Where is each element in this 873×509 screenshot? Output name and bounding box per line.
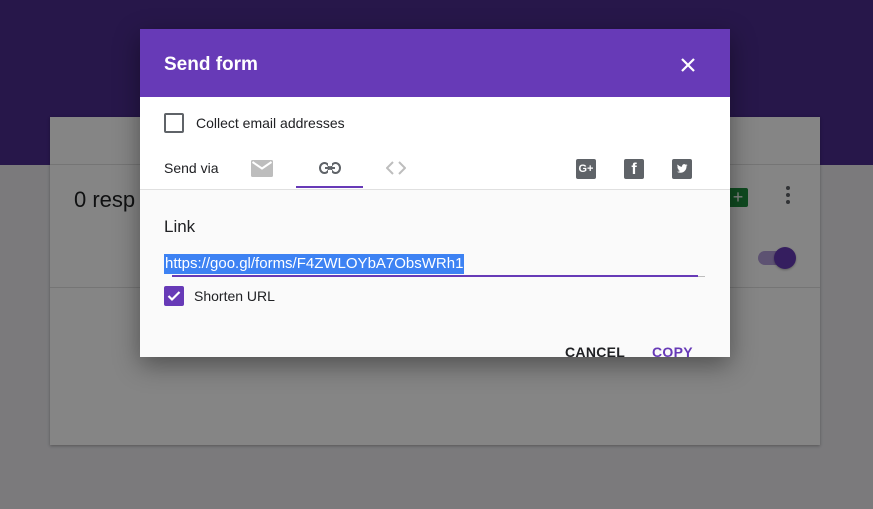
url-field[interactable]: https://goo.gl/forms/F4ZWLOYbA7ObsWRh1 <box>164 254 465 274</box>
link-icon <box>318 162 341 174</box>
shorten-url-checkbox[interactable] <box>164 286 184 306</box>
collect-email-label: Collect email addresses <box>196 115 345 131</box>
cancel-button[interactable]: CANCEL <box>565 344 625 360</box>
collect-email-checkbox[interactable] <box>164 113 184 133</box>
dialog-title: Send form <box>164 54 258 75</box>
dialog-header: Send form <box>140 29 730 97</box>
send-form-dialog: Send form Collect email addresses Send v… <box>140 29 730 360</box>
active-tab-indicator <box>296 186 363 188</box>
url-field-underline-rest <box>698 276 705 277</box>
shorten-url-row[interactable]: Shorten URL <box>164 286 275 306</box>
tab-embed[interactable] <box>380 146 412 190</box>
url-field-underline <box>172 275 698 277</box>
facebook-icon[interactable]: f <box>624 159 644 179</box>
check-icon <box>167 291 181 302</box>
close-icon[interactable] <box>676 53 700 77</box>
tab-email[interactable] <box>247 146 277 190</box>
collect-email-row[interactable]: Collect email addresses <box>164 113 345 133</box>
link-section-title: Link <box>164 217 196 236</box>
shorten-url-label: Shorten URL <box>194 288 275 304</box>
link-panel: Link https://goo.gl/forms/F4ZWLOYbA7ObsW… <box>140 190 730 360</box>
tab-link[interactable] <box>296 146 363 190</box>
copy-button[interactable]: COPY <box>652 344 693 360</box>
envelope-icon <box>251 159 273 177</box>
twitter-icon[interactable] <box>672 159 692 179</box>
code-icon <box>386 161 406 175</box>
google-plus-icon[interactable]: G+ <box>576 159 596 179</box>
send-via-label: Send via <box>164 160 219 176</box>
